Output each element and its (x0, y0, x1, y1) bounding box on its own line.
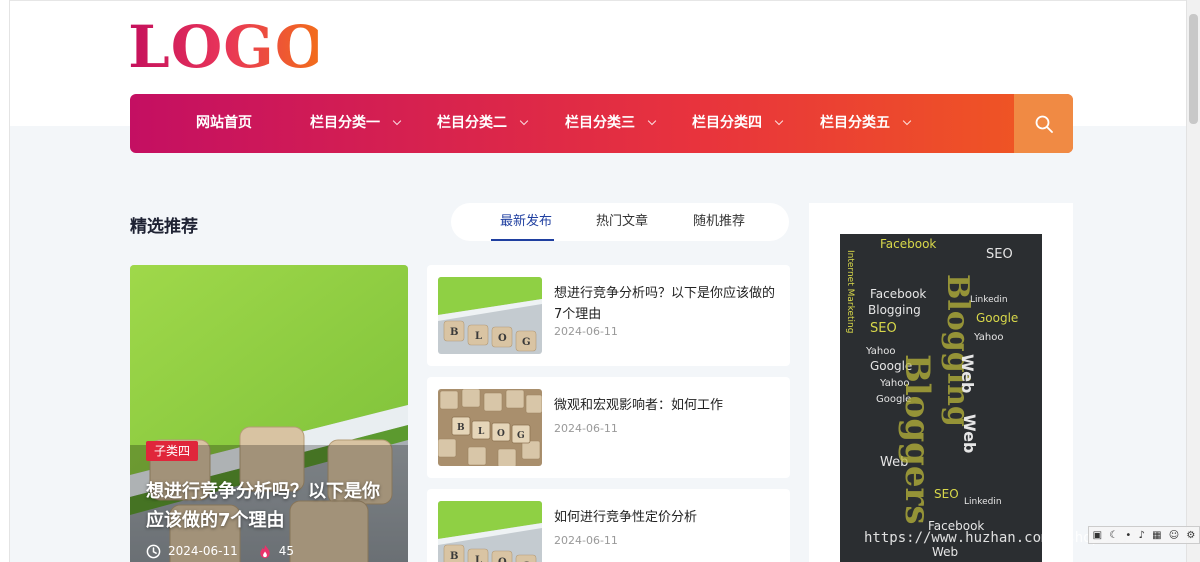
nav-item-label: 栏目分类五 (820, 115, 890, 131)
post-thumbnail: BLOG (438, 389, 542, 466)
nav-item-category-2[interactable]: 栏目分类二 (437, 94, 529, 153)
post-date: 2024-06-11 (554, 534, 618, 547)
tab-bar: 最新发布 热门文章 随机推荐 (451, 203, 789, 241)
section-title: 精选推荐 (130, 217, 198, 237)
ime-icon[interactable]: ▣ (1093, 530, 1102, 541)
svg-text:Facebook: Facebook (880, 237, 936, 251)
search-icon (1035, 115, 1053, 133)
featured-date: 2024-06-11 (168, 544, 238, 558)
svg-text:L: L (475, 331, 482, 342)
nav-item-category-5[interactable]: 栏目分类五 (820, 94, 912, 153)
svg-text:L: L (475, 555, 482, 562)
tab-active-indicator (491, 239, 554, 241)
tab-random[interactable]: 随机推荐 (693, 203, 745, 241)
svg-text:SEO: SEO (986, 247, 1013, 262)
user-icon[interactable]: ☺ (1169, 530, 1179, 541)
nav-item-category-1[interactable]: 栏目分类一 (310, 94, 402, 153)
sound-icon[interactable]: ♪ (1139, 530, 1145, 541)
svg-text:Linkedin: Linkedin (964, 497, 1002, 507)
svg-text:B: B (457, 423, 465, 433)
nav-item-label: 栏目分类三 (565, 115, 635, 131)
list-item[interactable]: B L O G 微观和宏观影响者：如何工作 2024-06-11 (427, 377, 790, 478)
post-title[interactable]: 微观和宏观影响者：如何工作 (554, 395, 779, 416)
svg-text:O: O (498, 333, 507, 344)
site-logo[interactable]: LOGO (128, 13, 328, 81)
svg-text:SEO: SEO (870, 321, 897, 336)
chevron-down-icon (647, 116, 657, 126)
nav-item-category-4[interactable]: 栏目分类四 (692, 94, 784, 153)
svg-text:Yahoo: Yahoo (973, 332, 1003, 343)
nav-item-category-3[interactable]: 栏目分类三 (565, 94, 657, 153)
featured-post[interactable]: 子类四 想进行竞争分析吗？以下是你应该做的7个理由 2024-06-11 45 (130, 265, 408, 562)
category-badge[interactable]: 子类四 (146, 441, 199, 461)
tab-popular[interactable]: 热门文章 (596, 203, 648, 241)
post-thumbnail: BLOG (438, 501, 542, 562)
svg-text:Yahoo: Yahoo (865, 346, 895, 357)
window-left-edge (0, 0, 10, 562)
featured-title[interactable]: 想进行竞争分析吗？以下是你应该做的7个理由 (146, 477, 396, 535)
svg-text:Blogging: Blogging (868, 303, 921, 317)
system-tray: ▣ ☾ • ♪ ▦ ☺ ⚙ (1088, 526, 1200, 544)
scrollbar-thumb[interactable] (1189, 14, 1198, 124)
dot-icon[interactable]: • (1125, 530, 1131, 541)
svg-text:Blogging: Blogging (940, 274, 975, 427)
svg-text:O: O (497, 429, 505, 439)
wrench-icon[interactable]: ⚙ (1186, 530, 1195, 541)
svg-text:B: B (450, 327, 458, 338)
moon-icon[interactable]: ☾ (1109, 530, 1118, 541)
svg-text:L: L (478, 427, 485, 437)
svg-text:Internet Marketing: Internet Marketing (845, 250, 855, 333)
post-date: 2024-06-11 (554, 422, 618, 435)
nav-item-label: 网站首页 (196, 115, 252, 131)
keyboard-icon[interactable]: ▦ (1152, 530, 1161, 541)
nav-item-label: 栏目分类二 (437, 115, 507, 131)
post-thumbnail: BLOG (438, 277, 542, 354)
nav-item-home[interactable]: 网站首页 (196, 94, 252, 153)
post-title[interactable]: 如何进行竞争性定价分析 (554, 507, 779, 528)
svg-text:Web: Web (932, 545, 958, 559)
chevron-down-icon (774, 116, 784, 126)
svg-text:Bloggers: Bloggers (897, 354, 937, 525)
view-count: 45 (278, 544, 295, 558)
sidebar-ad-image[interactable]: Internet Marketing Facebook SEO Linkedin… (840, 234, 1042, 562)
svg-text:Facebook: Facebook (870, 287, 926, 301)
tab-latest[interactable]: 最新发布 (500, 203, 552, 241)
fire-icon (260, 544, 270, 558)
featured-meta: 2024-06-11 45 (146, 542, 294, 560)
chevron-down-icon (519, 116, 529, 126)
svg-text:O: O (498, 557, 507, 562)
nav-item-label: 栏目分类四 (692, 115, 762, 131)
chevron-down-icon (902, 116, 912, 126)
page-scrollbar[interactable] (1186, 0, 1200, 562)
post-title[interactable]: 想进行竞争分析吗？以下是你应该做的7个理由 (554, 283, 779, 325)
search-button[interactable] (1014, 94, 1073, 153)
list-item[interactable]: BLOG 如何进行竞争性定价分析 2024-06-11 (427, 489, 790, 562)
svg-text:Google: Google (976, 311, 1018, 325)
list-item[interactable]: B L O G 想进行竞争分析吗？以下是你应该做的7个理由 2024-06-11 (427, 265, 790, 366)
chevron-down-icon (392, 116, 402, 126)
nav-item-label: 栏目分类一 (310, 115, 380, 131)
svg-text:G: G (517, 431, 525, 441)
main-navbar: 网站首页 栏目分类一 栏目分类二 栏目分类三 栏目分类四 栏目分类五 (130, 94, 1073, 153)
svg-text:Web: Web (958, 354, 977, 393)
logo-text: LOGO (128, 13, 328, 81)
svg-text:G: G (522, 337, 531, 348)
svg-text:Web: Web (960, 414, 979, 453)
svg-text:B: B (450, 551, 458, 562)
clock-icon (146, 544, 161, 558)
post-date: 2024-06-11 (554, 325, 618, 338)
